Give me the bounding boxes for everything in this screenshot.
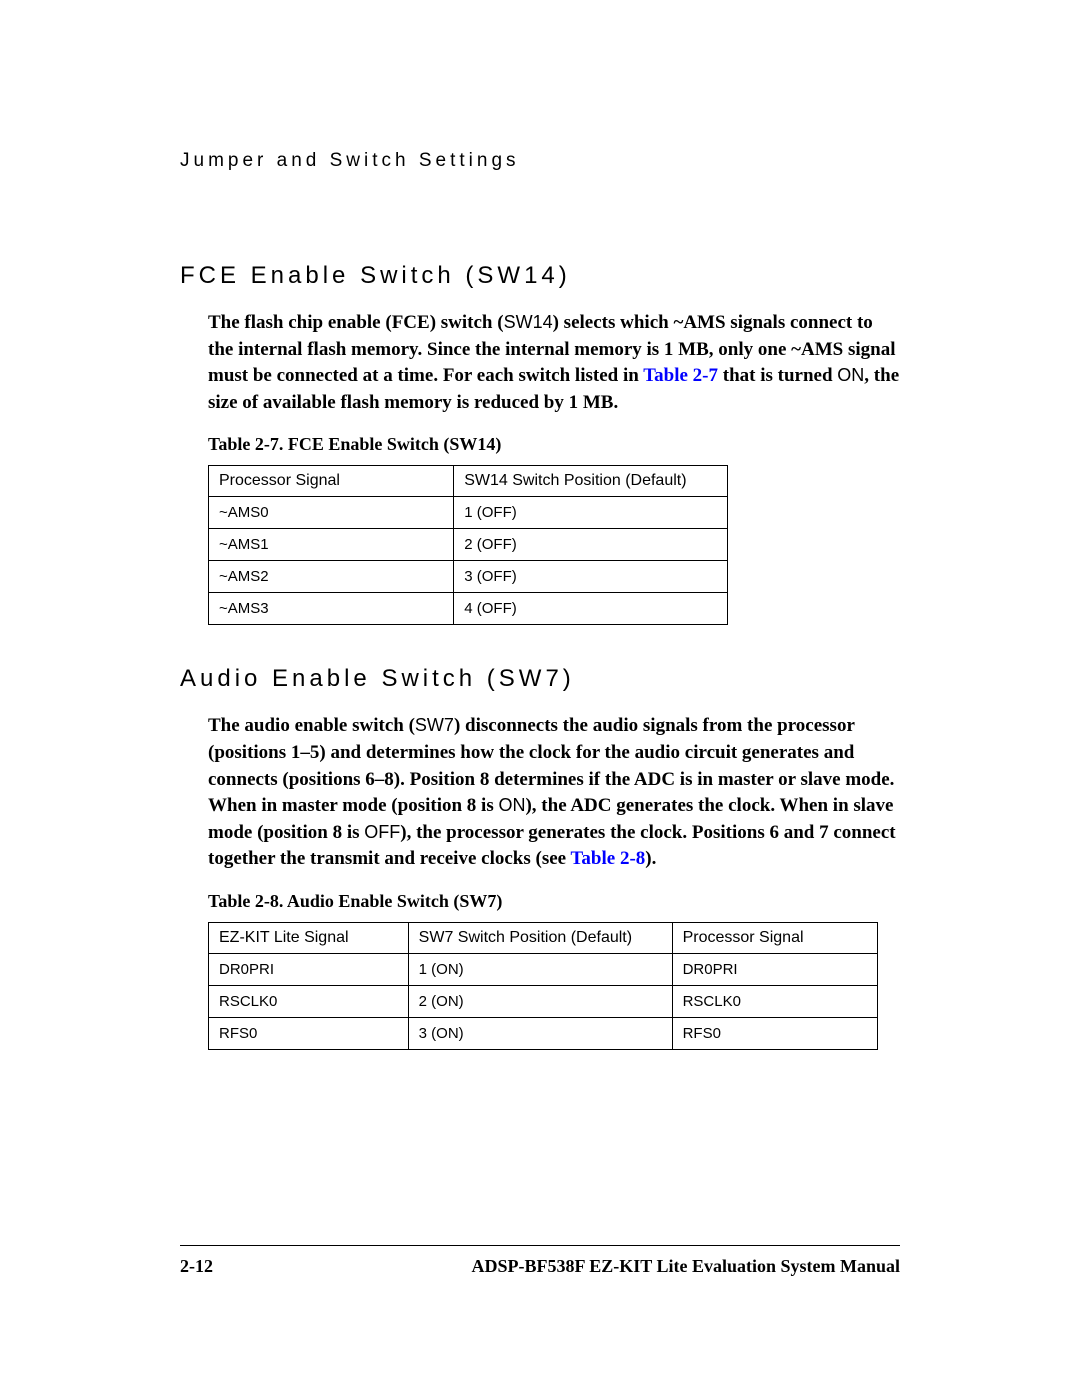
cell-proc-signal: RSCLK0	[672, 985, 877, 1017]
text: The flash chip enable (FCE) switch (	[208, 312, 504, 333]
pos-default: (ON)	[427, 993, 464, 1010]
cell-signal: ~AMS1	[209, 529, 454, 561]
table-2-7-caption: Table 2-7. FCE Enable Switch (SW14)	[208, 434, 900, 455]
pos-default: (OFF)	[473, 504, 517, 521]
code-on: ON	[837, 365, 864, 385]
cell-position: 3 (OFF)	[454, 561, 728, 593]
code-sw14: SW14	[504, 312, 553, 332]
page-number: 2-12	[180, 1256, 213, 1277]
cell-ez-signal: RFS0	[209, 1017, 409, 1049]
pos-default: (OFF)	[473, 600, 517, 617]
table-row: RSCLK0 2 (ON) RSCLK0	[209, 985, 878, 1017]
cell-ez-signal: RSCLK0	[209, 985, 409, 1017]
pos-default: (ON)	[427, 961, 464, 978]
col-header: SW7 Switch Position (Default)	[408, 922, 672, 953]
table-2-8: EZ-KIT Lite Signal SW7 Switch Position (…	[208, 922, 878, 1050]
text: ).	[645, 848, 656, 869]
cell-position: 4 (OFF)	[454, 593, 728, 625]
cell-position: 2 (OFF)	[454, 529, 728, 561]
link-table-2-7[interactable]: Table 2-7	[643, 365, 718, 386]
cell-position: 1 (OFF)	[454, 497, 728, 529]
cell-signal: ~AMS3	[209, 593, 454, 625]
text: that is turned	[718, 365, 837, 386]
col-header: SW14 Switch Position (Default)	[454, 466, 728, 497]
cell-signal: ~AMS2	[209, 561, 454, 593]
pos-num: 1	[419, 961, 427, 978]
table-row: ~AMS1 2 (OFF)	[209, 529, 728, 561]
table-row: ~AMS3 4 (OFF)	[209, 593, 728, 625]
code-sw7: SW7	[415, 715, 454, 735]
cell-proc-signal: RFS0	[672, 1017, 877, 1049]
page-footer: 2-12 ADSP-BF538F EZ-KIT Lite Evaluation …	[180, 1245, 900, 1277]
pos-num: 3	[464, 568, 472, 585]
table-row: ~AMS2 3 (OFF)	[209, 561, 728, 593]
cell-position: 3 (ON)	[408, 1017, 672, 1049]
table-row: DR0PRI 1 (ON) DR0PRI	[209, 953, 878, 985]
text: The audio enable switch (	[208, 715, 415, 736]
table-header-row: EZ-KIT Lite Signal SW7 Switch Position (…	[209, 922, 878, 953]
table-2-7: Processor Signal SW14 Switch Position (D…	[208, 465, 728, 625]
audio-paragraph: The audio enable switch (SW7) disconnect…	[208, 713, 900, 873]
cell-signal: ~AMS0	[209, 497, 454, 529]
pos-num: 4	[464, 600, 472, 617]
cell-proc-signal: DR0PRI	[672, 953, 877, 985]
cell-ez-signal: DR0PRI	[209, 953, 409, 985]
pos-default: (OFF)	[473, 536, 517, 553]
cell-position: 1 (ON)	[408, 953, 672, 985]
table-row: ~AMS0 1 (OFF)	[209, 497, 728, 529]
section-title-fce: FCE Enable Switch (SW14)	[180, 262, 900, 290]
table-2-8-caption: Table 2-8. Audio Enable Switch (SW7)	[208, 891, 900, 912]
code-off: OFF	[364, 822, 400, 842]
page: Jumper and Switch Settings FCE Enable Sw…	[0, 0, 1080, 1397]
pos-num: 2	[419, 993, 427, 1010]
table-row: RFS0 3 (ON) RFS0	[209, 1017, 878, 1049]
pos-num: 2	[464, 536, 472, 553]
section-title-audio: Audio Enable Switch (SW7)	[180, 665, 900, 693]
col-header: Processor Signal	[672, 922, 877, 953]
link-table-2-8[interactable]: Table 2-8	[571, 848, 646, 869]
code-on: ON	[498, 795, 525, 815]
table-header-row: Processor Signal SW14 Switch Position (D…	[209, 466, 728, 497]
book-title: ADSP-BF538F EZ-KIT Lite Evaluation Syste…	[471, 1256, 900, 1277]
running-head: Jumper and Switch Settings	[180, 150, 900, 172]
pos-num: 1	[464, 504, 472, 521]
fce-paragraph: The flash chip enable (FCE) switch (SW14…	[208, 310, 900, 416]
pos-default: (OFF)	[473, 568, 517, 585]
pos-default: (ON)	[427, 1025, 464, 1042]
cell-position: 2 (ON)	[408, 985, 672, 1017]
col-header: EZ-KIT Lite Signal	[209, 922, 409, 953]
pos-num: 3	[419, 1025, 427, 1042]
col-header: Processor Signal	[209, 466, 454, 497]
